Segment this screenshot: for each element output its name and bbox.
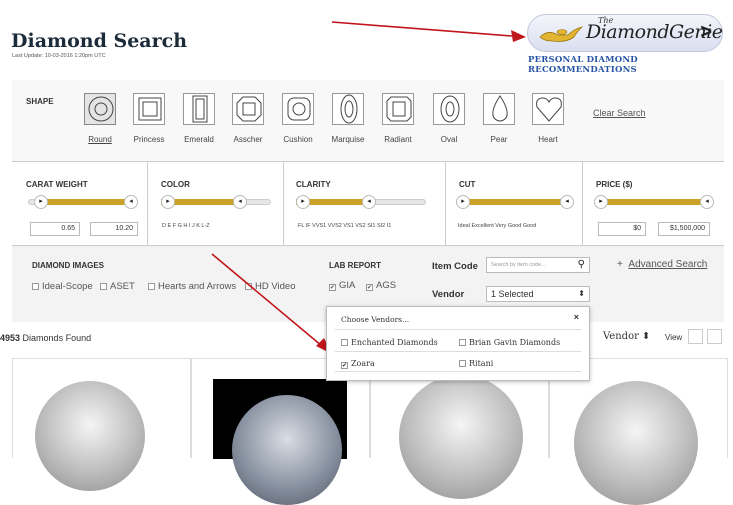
grid-view-icon[interactable] (688, 329, 703, 344)
slider-min-handle[interactable]: ▸ (594, 195, 608, 209)
marquise-shape-icon (332, 93, 364, 125)
carat-max-input[interactable]: 10.20 (90, 222, 138, 236)
shape-name: Oval (440, 135, 458, 144)
item-code-input[interactable]: Search by item code... ⚲ (486, 257, 590, 273)
dropdown-title: Choose Vendors... (341, 315, 410, 324)
carat-min-input[interactable]: 0.65 (30, 222, 80, 236)
genie-tagline[interactable]: PERSONAL DIAMOND RECOMMENDATIONS (528, 55, 733, 75)
shape-name: Asscher (233, 135, 263, 144)
slider-min-handle[interactable]: ▸ (296, 195, 310, 209)
slider-min-handle[interactable]: ▸ (456, 195, 470, 209)
pear-shape-icon (483, 93, 515, 125)
shape-name: Cushion (283, 135, 313, 144)
cut-ticks: Ideal Excellent Very Good Good (458, 223, 537, 229)
chevron-right-icon: > (700, 21, 712, 43)
oval-shape-icon (433, 93, 465, 125)
shape-option-round[interactable]: Round (76, 93, 124, 144)
slider-max-handle[interactable]: ◂ (124, 195, 138, 209)
clarity-ticks: FL IF VVS1 VVS2 VS1 VS2 SI1 SI2 I1 (298, 223, 392, 229)
clear-search-link[interactable]: Clear Search (593, 108, 646, 118)
carat-label: CARAT WEIGHT (26, 180, 88, 189)
shape-option-pear[interactable]: Pear (475, 93, 523, 144)
carat-slider[interactable]: ▸ ◂ (28, 195, 138, 209)
price-label: PRICE ($) (596, 180, 633, 189)
shape-option-marquise[interactable]: Marquise (324, 93, 372, 144)
ags-checkbox[interactable]: ✔ AGS (366, 280, 396, 291)
last-update-text: Last Update: 10-03-2016 1:20pm UTC (12, 53, 106, 59)
diamond-card[interactable] (12, 358, 191, 491)
diamond-images-label: DIAMOND IMAGES (32, 261, 104, 270)
page-title: Diamond Search (11, 30, 188, 52)
shape-option-asscher[interactable]: Asscher (224, 93, 272, 144)
select-arrows-icon: ⬍ (578, 289, 585, 298)
color-ticks: D E F G H I J K L-Z (162, 223, 210, 229)
shape-name: Radiant (384, 135, 412, 144)
shape-name: Marquise (331, 135, 365, 144)
shape-name: Emerald (184, 135, 214, 144)
clarity-slider[interactable]: ▸ ◂ (296, 195, 426, 209)
color-slider[interactable]: ▸ ◂ (161, 195, 271, 209)
shape-name: Round (88, 135, 112, 144)
shape-name: Princess (133, 135, 165, 144)
vendor-label: Vendor (432, 289, 465, 300)
slider-max-handle[interactable]: ◂ (560, 195, 574, 209)
shape-option-princess[interactable]: Princess (125, 93, 173, 144)
shape-option-radiant[interactable]: Radiant (374, 93, 422, 144)
shape-option-emerald[interactable]: Emerald (175, 93, 223, 144)
diamond-image (232, 395, 342, 505)
cushion-shape-icon (282, 93, 314, 125)
slider-min-handle[interactable]: ▸ (34, 195, 48, 209)
list-view-icon[interactable] (707, 329, 722, 344)
slider-max-handle[interactable]: ◂ (233, 195, 247, 209)
vendor-option-ritani[interactable]: Ritani (459, 359, 493, 368)
vendor-option-zoara[interactable]: ✔ Zoara (341, 359, 375, 369)
advanced-search-link[interactable]: + Advanced Search (617, 259, 707, 270)
aset-checkbox[interactable]: ASET (100, 281, 135, 292)
diamond-genie-button[interactable]: The DiamondGenie > (527, 14, 723, 52)
vendor-option-brian-gavin[interactable]: Brian Gavin Diamonds (459, 338, 560, 347)
cut-slider[interactable]: ▸ ◂ (456, 195, 574, 209)
asscher-shape-icon (232, 93, 264, 125)
price-slider[interactable]: ▸ ◂ (594, 195, 714, 209)
shape-option-oval[interactable]: Oval (425, 93, 473, 144)
slider-min-handle[interactable]: ▸ (161, 195, 175, 209)
vendor-dropdown: Choose Vendors... × Enchanted Diamonds B… (326, 306, 590, 381)
annotation-arrow-top (331, 21, 526, 42)
view-label: View (665, 333, 683, 342)
shape-option-cushion[interactable]: Cushion (274, 93, 322, 144)
shape-name: Heart (538, 135, 558, 144)
radiant-shape-icon (382, 93, 414, 125)
princess-shape-icon (133, 93, 165, 125)
magic-lamp-icon (539, 26, 584, 42)
ideal-scope-checkbox[interactable]: Ideal-Scope (32, 281, 93, 292)
vendor-option-enchanted-diamonds[interactable]: Enchanted Diamonds (341, 338, 438, 347)
diamond-image (35, 381, 145, 491)
shape-name: Pear (490, 135, 508, 144)
search-icon[interactable]: ⚲ (578, 258, 585, 272)
item-code-label: Item Code (432, 261, 478, 272)
sort-by-vendor[interactable]: Vendor ⬍ (603, 331, 650, 342)
diamond-image (574, 381, 698, 505)
close-icon[interactable]: × (574, 312, 579, 322)
vendor-select[interactable]: 1 Selected ⬍ (486, 286, 590, 302)
color-label: COLOR (161, 180, 190, 189)
shape-option-heart[interactable]: Heart (524, 93, 572, 144)
shape-label: SHAPE (26, 97, 54, 106)
slider-max-handle[interactable]: ◂ (362, 195, 376, 209)
annotation-arrow-bottom (211, 253, 332, 354)
price-max-input[interactable]: $1,500,000 (658, 222, 710, 236)
heart-shape-icon (532, 93, 564, 125)
clarity-label: CLARITY (296, 180, 331, 189)
slider-max-handle[interactable]: ◂ (700, 195, 714, 209)
results-count: 4953 Diamonds Found (0, 333, 92, 343)
price-min-input[interactable]: $0 (598, 222, 646, 236)
diamond-image (399, 375, 523, 499)
cut-label: CUT (459, 180, 476, 189)
emerald-shape-icon (183, 93, 215, 125)
round-shape-icon (84, 93, 116, 125)
